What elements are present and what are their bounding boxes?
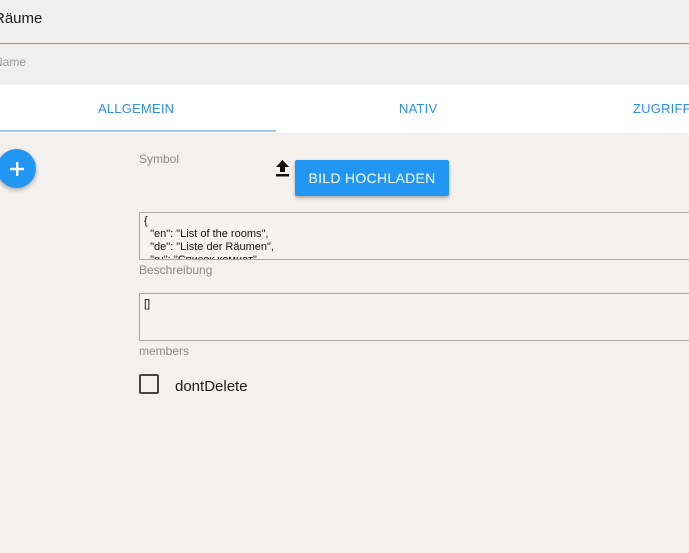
members-label: members	[139, 344, 190, 358]
members-textarea[interactable]: []	[139, 293, 689, 341]
tab-allgemein[interactable]: ALLGEMEIN	[98, 85, 174, 133]
upload-image-button[interactable]: BILD HOCHLADEN	[295, 160, 449, 196]
description-label: Beschreibung	[139, 263, 213, 277]
active-tab-indicator	[0, 130, 276, 132]
plus-icon	[9, 161, 24, 176]
name-field[interactable]: Name	[0, 45, 689, 85]
title-value: Räume	[0, 10, 43, 27]
dont-delete-label: dontDelete	[175, 378, 248, 395]
title-field[interactable]: Räume	[0, 0, 689, 44]
description-textarea[interactable]: { "en": "List of the rooms", "de": "List…	[139, 212, 689, 260]
symbol-label: Symbol	[139, 152, 180, 166]
tab-zugriffsrechte[interactable]: ZUGRIFFSRECHTE	[633, 85, 689, 133]
add-button[interactable]	[0, 149, 36, 188]
tab-bar: ALLGEMEIN NATIV ZUGRIFFSRECHTE	[0, 85, 689, 133]
tab-nativ[interactable]: NATIV	[399, 85, 437, 133]
dont-delete-checkbox[interactable]	[139, 374, 159, 394]
name-field-label: Name	[0, 55, 27, 69]
upload-icon	[276, 160, 289, 177]
